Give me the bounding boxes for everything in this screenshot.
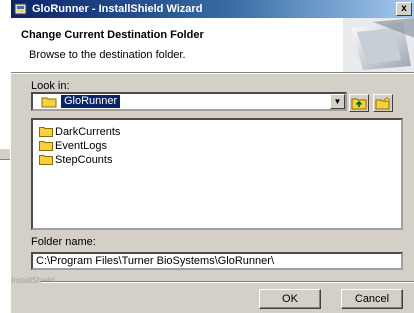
ok-button[interactable]: OK	[259, 289, 321, 309]
up-folder-button[interactable]	[349, 94, 369, 112]
header-title: Change Current Destination Folder	[21, 29, 204, 41]
header-divider	[11, 73, 414, 74]
folder-icon	[39, 154, 53, 165]
desktop-taskbar-stub	[0, 148, 10, 160]
title-bar[interactable]: GloRunner - InstallShield Wizard x	[11, 0, 414, 18]
look-in-value: GloRunner	[61, 95, 121, 108]
new-folder-icon	[375, 96, 391, 110]
look-in-label: Look in:	[31, 80, 70, 92]
folder-name: StepCounts	[55, 153, 113, 166]
folder-icon	[41, 96, 57, 108]
list-item[interactable]: StepCounts	[39, 153, 395, 166]
folder-list[interactable]: DarkCurrents EventLogs StepCounts	[31, 118, 403, 230]
close-button[interactable]: x	[396, 2, 412, 16]
installer-icon	[14, 2, 28, 16]
folder-name: EventLogs	[55, 139, 107, 152]
folder-icon	[39, 126, 53, 137]
window-title: GloRunner - InstallShield Wizard	[32, 3, 203, 15]
installer-window: GloRunner - InstallShield Wizard x Chang…	[10, 0, 414, 313]
dropdown-arrow-icon[interactable]: ▼	[330, 94, 345, 109]
new-folder-button[interactable]	[373, 94, 393, 112]
header-banner: Change Current Destination Folder Browse…	[11, 18, 414, 73]
folder-icon	[39, 140, 53, 151]
list-item[interactable]: EventLogs	[39, 139, 395, 152]
up-folder-icon	[351, 96, 367, 110]
footer-divider	[41, 281, 414, 283]
list-item[interactable]: DarkCurrents	[39, 125, 395, 138]
header-subtitle: Browse to the destination folder.	[29, 49, 186, 61]
folder-name-label: Folder name:	[31, 236, 96, 248]
header-graphic-icon	[343, 18, 414, 72]
folder-name-field[interactable]	[31, 252, 403, 270]
look-in-dropdown[interactable]: GloRunner ▼	[31, 92, 347, 111]
desktop-strip	[0, 0, 10, 313]
folder-name: DarkCurrents	[55, 125, 121, 138]
cancel-button[interactable]: Cancel	[341, 289, 403, 309]
